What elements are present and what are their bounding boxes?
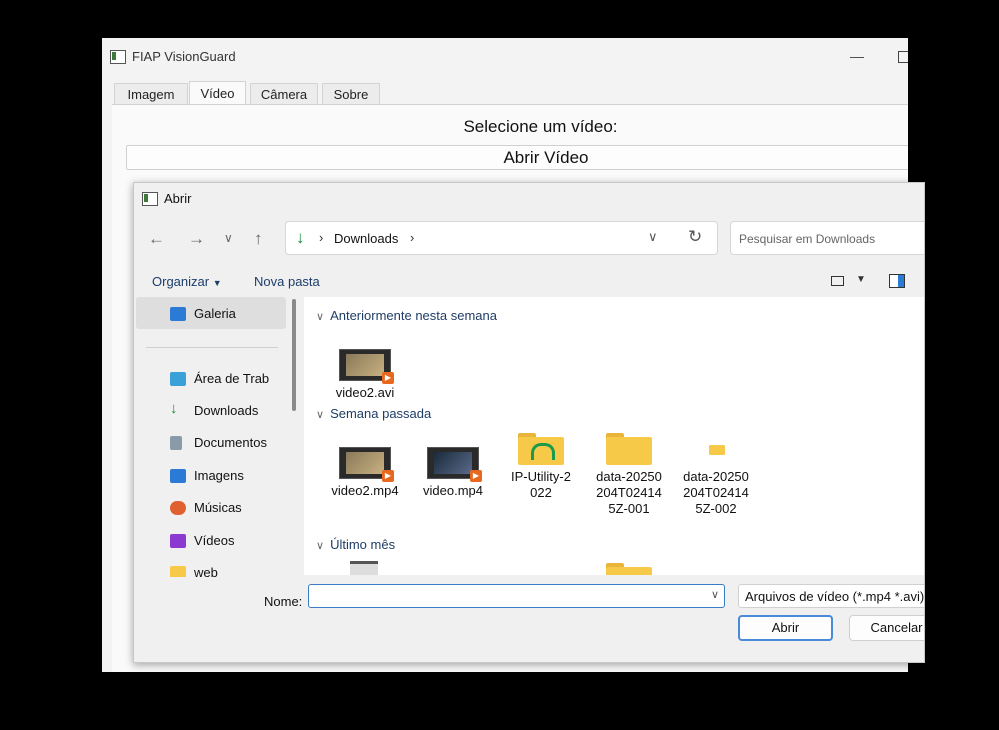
group-header[interactable]: ∨ Anteriormente nesta semana (316, 308, 497, 323)
tab-camera[interactable]: Câmera (250, 83, 318, 105)
forward-icon[interactable]: → (188, 229, 205, 249)
sidebar-divider (146, 347, 278, 348)
group-header-label: Último mês (330, 537, 396, 552)
refresh-icon[interactable]: ↻ (688, 227, 702, 247)
folder-icon (170, 566, 186, 577)
file-name-input[interactable]: ∨ (308, 584, 725, 608)
file-item[interactable]: ▶ video.mp4 (414, 447, 492, 499)
gallery-icon (170, 307, 186, 321)
sidebar-item-label: Downloads (194, 403, 259, 418)
tab-imagem[interactable]: Imagem (114, 83, 188, 105)
new-folder-button[interactable]: Nova pasta (254, 274, 320, 289)
file-name: video.mp4 (423, 483, 483, 498)
download-icon: ↓ (296, 228, 305, 247)
dialog-footer: Nome: ∨ Arquivos de vídeo (*.mp4 *.avi) … (134, 577, 924, 662)
select-video-prompt: Selecione um vídeo: (463, 117, 618, 136)
open-file-dialog: Abrir ← → ∨ ↑ ↓ › Downloads › ∨ ↻ Pesqui… (133, 182, 925, 663)
folder-name-line: data-20250 (596, 469, 662, 484)
folder-icon[interactable] (606, 563, 652, 575)
view-dropdown-icon[interactable]: ▼ (856, 274, 866, 285)
breadcrumb-chevron-icon[interactable]: › (410, 230, 414, 245)
dialog-title: Abrir (164, 191, 192, 206)
file-name: video2.mp4 (331, 483, 399, 498)
tab-sobre[interactable]: Sobre (322, 83, 380, 105)
chevron-down-icon: ∨ (316, 311, 325, 323)
folder-name-line: 022 (530, 485, 552, 500)
caret-down-icon: ▼ (212, 278, 222, 288)
tab-video[interactable]: Vídeo (189, 81, 246, 106)
chevron-down-icon: ∨ (316, 409, 325, 421)
download-icon: ↓ (170, 400, 178, 417)
address-dropdown-icon[interactable]: ∨ (648, 229, 658, 245)
sidebar-item-label: Músicas (194, 500, 242, 515)
folder-name-line: 204T02414 (596, 485, 662, 500)
search-placeholder: Pesquisar em Downloads (739, 232, 876, 246)
sidebar-item-label: Vídeos (194, 533, 235, 548)
folder-name-line: data-20250 (683, 469, 749, 484)
file-name: video2.avi (335, 385, 395, 400)
desktop-icon (170, 372, 186, 386)
image-icon (170, 469, 186, 483)
dialog-titlebar: Abrir (134, 183, 924, 215)
folder-item[interactable]: IP-Utility-2 022 (502, 433, 580, 501)
breadcrumb-separator-icon: › (319, 230, 324, 245)
file-item[interactable]: ▶ video2.avi (326, 349, 404, 401)
cancel-button[interactable]: Cancelar (849, 615, 924, 641)
special-folder-icon (518, 433, 564, 465)
music-icon (170, 501, 186, 515)
file-name-label: Nome: (264, 594, 303, 609)
up-icon[interactable]: ↑ (254, 229, 263, 249)
group-header[interactable]: ∨ Último mês (316, 537, 395, 552)
app-title: FIAP VisionGuard (132, 49, 236, 64)
sidebar-scrollbar[interactable] (292, 299, 296, 411)
sidebar-item-label: Galeria (194, 306, 236, 321)
folder-name-line: 5Z-002 (695, 501, 737, 516)
folder-icon (693, 433, 739, 465)
file-thumbnail-icon[interactable] (350, 561, 378, 575)
video-thumbnail-icon: ▶ (427, 447, 482, 482)
sidebar-item-label: Área de Trab (194, 371, 270, 386)
app-icon (110, 50, 126, 64)
video-icon (170, 534, 186, 548)
open-button[interactable]: Abrir (738, 615, 833, 641)
dialog-icon (142, 192, 158, 206)
folder-icon (606, 433, 652, 465)
chevron-down-icon[interactable]: ∨ (711, 588, 719, 601)
organize-label: Organizar (152, 274, 210, 289)
folder-name-line: 204T02414 (683, 485, 749, 500)
maximize-icon[interactable] (898, 51, 908, 63)
file-type-filter[interactable]: Arquivos de vídeo (*.mp4 *.avi) (738, 584, 924, 608)
sidebar-item-label: Documentos (194, 435, 267, 450)
folder-item[interactable]: data-20250 204T02414 5Z-002 (677, 433, 755, 517)
organize-menu-button[interactable]: Organizar ▼ (152, 274, 222, 289)
preview-pane-icon[interactable] (889, 274, 905, 288)
view-mode-icon[interactable] (831, 276, 844, 286)
folder-item[interactable]: data-20250 204T02414 5Z-001 (590, 433, 668, 517)
sidebar-item-label: web (194, 565, 218, 577)
address-bar[interactable]: ↓ › Downloads › ∨ ↻ (285, 221, 718, 255)
group-header-label: Anteriormente nesta semana (330, 308, 497, 323)
minimize-icon[interactable]: — (850, 48, 864, 64)
folder-name-line: 5Z-001 (608, 501, 650, 516)
back-icon[interactable]: ← (148, 229, 165, 249)
app-titlebar: FIAP VisionGuard — (102, 38, 908, 76)
group-header[interactable]: ∨ Semana passada (316, 406, 431, 421)
group-header-label: Semana passada (330, 406, 432, 421)
chevron-down-icon: ∨ (316, 540, 325, 552)
video-thumbnail-icon: ▶ (339, 349, 394, 384)
open-video-button[interactable]: Abrir Vídeo (126, 145, 908, 170)
recent-locations-icon[interactable]: ∨ (224, 231, 233, 245)
folder-name-line: IP-Utility-2 (511, 469, 571, 484)
video-thumbnail-icon: ▶ (339, 447, 394, 482)
file-list: ∨ Anteriormente nesta semana ▶ video2.avi… (304, 297, 924, 575)
search-input[interactable]: Pesquisar em Downloads (730, 221, 924, 255)
document-icon (170, 436, 182, 450)
sidebar-item-label: Imagens (194, 468, 244, 483)
navigation-pane: Galeria Área de Trab 📌 ↓ Downloads 📌 Doc… (136, 297, 288, 577)
file-item[interactable]: ▶ video2.mp4 (326, 447, 404, 499)
breadcrumb-downloads[interactable]: Downloads (334, 231, 398, 246)
